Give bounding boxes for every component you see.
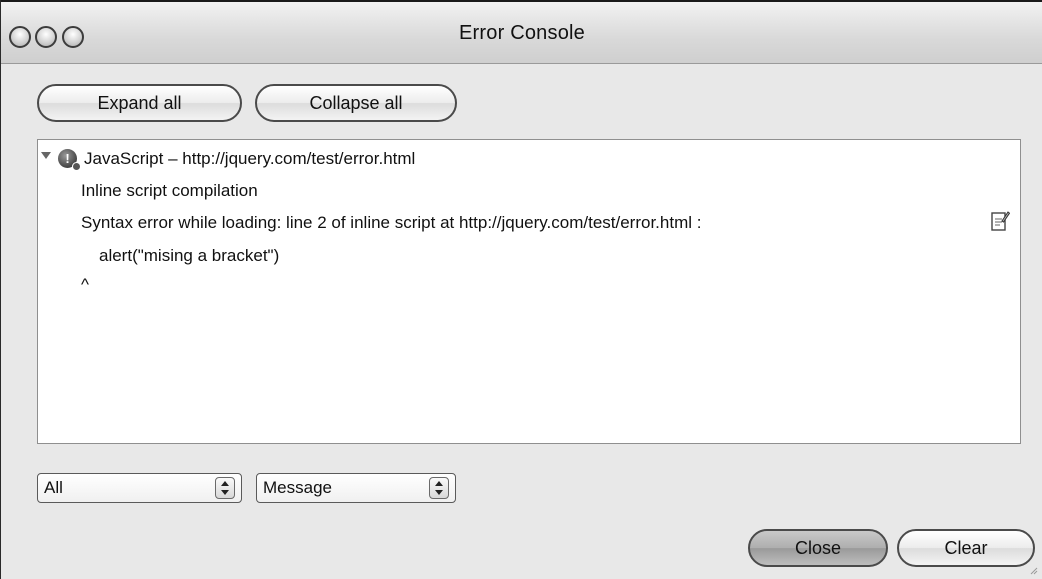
message-line: Inline script compilation <box>81 181 258 200</box>
disclosure-triangle-icon[interactable] <box>41 152 51 159</box>
title-bar[interactable]: Error Console <box>1 0 1042 64</box>
select-arrows-icon <box>215 477 235 499</box>
entry-header[interactable]: JavaScript – http://jquery.com/test/erro… <box>84 149 415 169</box>
expand-all-button[interactable]: Expand all <box>37 84 242 122</box>
type-filter-value: All <box>44 478 63 497</box>
close-button[interactable]: Close <box>748 529 888 567</box>
field-filter-value: Message <box>263 478 332 497</box>
field-filter-select[interactable]: Message <box>256 473 456 503</box>
clear-button[interactable]: Clear <box>897 529 1035 567</box>
resize-grip-icon[interactable] <box>1028 565 1038 575</box>
collapse-all-button[interactable]: Collapse all <box>255 84 457 122</box>
view-source-icon[interactable] <box>990 210 1010 232</box>
window-title: Error Console <box>459 22 585 44</box>
error-icon: ! <box>58 149 81 171</box>
caret-line: ^ <box>81 275 89 294</box>
message-line: Syntax error while loading: line 2 of in… <box>81 213 702 232</box>
type-filter-select[interactable]: All <box>37 473 242 503</box>
error-console-window: Error Console Expand all Collapse all ! … <box>0 0 1042 579</box>
source-line: alert("mising a bracket") <box>99 246 280 265</box>
select-arrows-icon <box>429 477 449 499</box>
console-list[interactable]: ! JavaScript – http://jquery.com/test/er… <box>37 139 1021 444</box>
